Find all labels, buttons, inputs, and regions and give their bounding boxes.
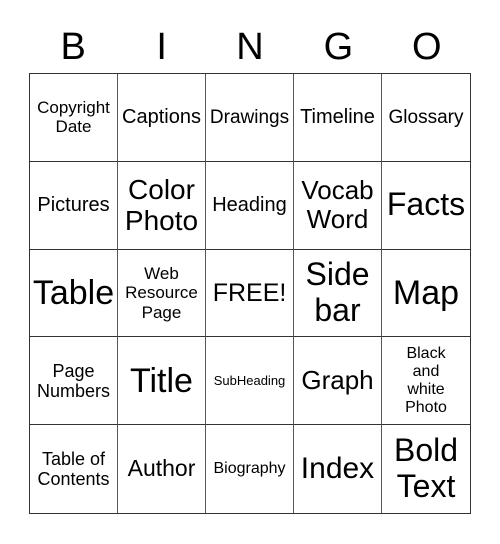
bingo-cell[interactable]: Web Resource Page [118, 249, 206, 338]
bingo-cell[interactable]: Bold Text [382, 425, 470, 513]
bingo-cell[interactable]: FREE! [206, 249, 294, 338]
header-letter-b: B [60, 26, 86, 68]
bingo-cell[interactable]: Biography [206, 425, 294, 513]
header-letter-g: G [323, 26, 354, 68]
bingo-cell[interactable]: Author [118, 425, 206, 513]
bingo-cell[interactable]: Copyright Date [30, 74, 118, 162]
bingo-cell[interactable]: Page Numbers [30, 337, 118, 426]
header-letter-o: O [412, 26, 442, 68]
bingo-cell[interactable]: Table of Contents [30, 425, 118, 513]
bingo-cell[interactable]: Drawings [206, 74, 294, 162]
bingo-cell[interactable]: Index [294, 425, 382, 513]
bingo-cell[interactable]: Pictures [30, 161, 118, 250]
bingo-cell[interactable]: Table [30, 249, 118, 338]
bingo-cell[interactable]: Vocab Word [294, 161, 382, 250]
bingo-cell[interactable]: Black and white Photo [382, 337, 470, 426]
bingo-cell[interactable]: Graph [294, 337, 382, 426]
header-letter-i: I [156, 26, 167, 68]
bingo-header: B I N G O [29, 22, 471, 72]
bingo-grid: Copyright Date Captions Drawings Timelin… [29, 73, 471, 514]
bingo-cell[interactable]: Facts [382, 162, 470, 250]
bingo-cell[interactable]: Captions [118, 74, 206, 162]
bingo-cell[interactable]: Glossary [382, 74, 470, 162]
bingo-cell[interactable]: Title [118, 337, 206, 426]
bingo-cell[interactable]: Color Photo [118, 161, 206, 250]
header-letter-n: N [236, 26, 264, 68]
bingo-cell[interactable]: SubHeading [206, 337, 294, 426]
bingo-cell[interactable]: Map [382, 250, 470, 338]
bingo-cell[interactable]: Timeline [294, 74, 382, 162]
bingo-cell[interactable]: Side bar [294, 249, 382, 338]
bingo-cell[interactable]: Heading [206, 161, 294, 250]
